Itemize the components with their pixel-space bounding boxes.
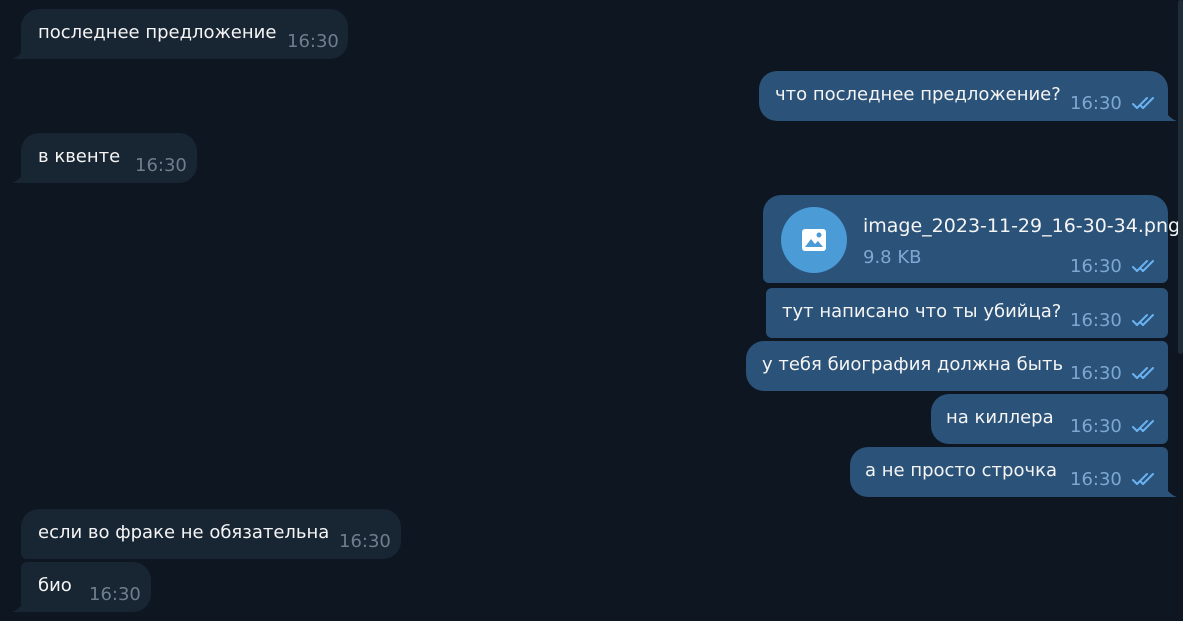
file-size: 9.8 KB [863, 247, 922, 268]
message-time: 16:30 [1070, 310, 1122, 331]
double-check-icon [1132, 473, 1154, 485]
bubble-tail [12, 598, 26, 612]
bubble-tail [1163, 483, 1177, 497]
message-time: 16:30 [1070, 416, 1122, 437]
message-time: 16:30 [1070, 363, 1122, 384]
message-time: 16:30 [1070, 256, 1122, 277]
bubble-tail [1163, 107, 1177, 121]
message-text: био [38, 575, 72, 596]
outgoing-message[interactable]: что последнее предложение? 16:30 [759, 71, 1177, 121]
message-text: а не просто строчка [865, 460, 1057, 481]
outgoing-message[interactable]: тут написано что ты убийца? 16:30 [766, 288, 1168, 338]
message-time: 16:30 [287, 31, 339, 52]
outgoing-file-message[interactable]: image_2023-11-29_16-30-34.png 9.8 KB 16:… [763, 195, 1180, 283]
message-time: 16:30 [1070, 93, 1122, 114]
chat-area: последнее предложение 16:30 что последне… [0, 0, 1183, 621]
file-name[interactable]: image_2023-11-29_16-30-34.png [863, 215, 1180, 237]
double-check-icon [1132, 367, 1154, 379]
message-text: на киллера [946, 407, 1054, 428]
double-check-icon [1132, 260, 1154, 272]
message-time: 16:30 [339, 531, 391, 552]
incoming-message[interactable]: био 16:30 [12, 562, 151, 612]
bubble-tail [12, 45, 26, 59]
outgoing-message[interactable]: у тебя биография должна быть 16:30 [746, 341, 1168, 391]
incoming-message[interactable]: если во фраке не обязательна 16:30 [21, 509, 401, 559]
image-icon [802, 229, 826, 251]
message-text: что последнее предложение? [775, 84, 1061, 105]
message-text: если во фраке не обязательна [38, 522, 330, 543]
outgoing-message[interactable]: а не просто строчка 16:30 [850, 447, 1177, 497]
scrollbar[interactable] [1178, 0, 1183, 354]
message-text: в квенте [38, 146, 121, 167]
file-download-button[interactable] [781, 207, 847, 273]
message-text: последнее предложение [38, 22, 277, 43]
double-check-icon [1132, 97, 1154, 109]
incoming-message[interactable]: последнее предложение 16:30 [12, 9, 348, 59]
bubble-tail [12, 169, 26, 183]
message-text: тут написано что ты убийца? [782, 301, 1062, 322]
message-text: у тебя биография должна быть [762, 354, 1064, 375]
outgoing-message[interactable]: на киллера 16:30 [931, 394, 1168, 444]
incoming-message[interactable]: в квенте 16:30 [12, 133, 197, 183]
double-check-icon [1132, 420, 1154, 432]
message-time: 16:30 [89, 584, 141, 605]
message-time: 16:30 [1070, 469, 1122, 490]
message-time: 16:30 [135, 155, 187, 176]
double-check-icon [1132, 314, 1154, 326]
